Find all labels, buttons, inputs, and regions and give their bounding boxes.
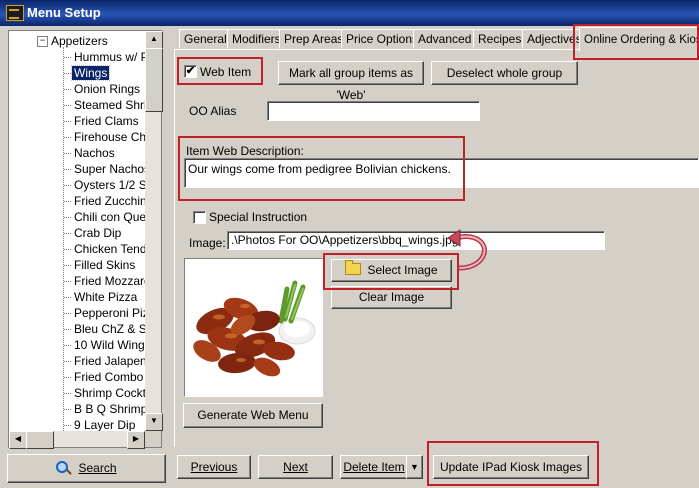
tree-item[interactable]: Fried Clams [9,113,146,129]
tree-item[interactable]: Hummus w/ Pita [9,49,161,65]
tree-item[interactable]: Fried Mozzarella [9,273,161,289]
tree-item[interactable]: Super Nachos [9,161,150,177]
tab-modifiers[interactable]: Modifiers [227,29,286,49]
tree-item[interactable]: Bleu ChZ & Stix [9,321,159,337]
tree-item-label: Fried Zucchini [74,194,150,208]
tree-item-label: White Pizza [74,290,138,304]
tree-item-list: Hummus w/ Pita Wings Onion Rings Steamed Sh… [9,49,161,433]
scroll-right-icon[interactable]: ▶ [127,431,145,449]
tree-item-label: Crab Dip [74,226,122,240]
image-path-input[interactable]: .\Photos For OO\Appetizers\bbq_wings.jpg [227,231,605,250]
tree-item[interactable]: Fried Jalapenos [9,353,159,369]
tree-vertical-scrollbar[interactable]: ▲ ▼ [145,31,163,431]
tree-item[interactable]: Chicken Tenders [9,241,161,257]
delete-item-button[interactable]: Delete Item [340,455,408,479]
curved-arrow-icon [447,229,487,271]
tree-item-label: Wings [70,65,111,81]
scroll-thumb-horizontal[interactable] [26,431,54,449]
previous-button[interactable]: Previous [177,455,251,479]
tree-item[interactable]: 10 Wild Wings [9,337,151,353]
oo-alias-label: OO Alias [189,104,237,118]
menu-tree[interactable]: − Appetizers Hummus w/ Pita Wings Onion Ri… [8,30,162,448]
tree-horizontal-scrollbar[interactable]: ◀ ▶ [9,431,145,449]
tree-item[interactable]: Fried Combo [9,369,146,385]
highlight-update-kiosk [427,441,599,486]
dropdown-arrow-icon: ▼ [410,462,419,472]
tree-item[interactable]: Shrimp Cocktail [9,385,158,401]
deselect-group-button[interactable]: Deselect whole group [431,61,578,85]
tree-item[interactable]: Chili con Queso [9,209,159,225]
scroll-thumb[interactable] [145,48,163,112]
app-icon [6,5,24,21]
window-title: Menu Setup [27,5,101,20]
tab-prep-areas[interactable]: Prep Areas [279,29,349,49]
tree-item-label: Onion Rings [74,82,141,96]
tree-item[interactable]: Filled Skins [9,257,146,273]
search-button[interactable]: Search [7,454,166,483]
tree-item[interactable]: Wings [9,65,146,81]
image-label: Image: [189,236,226,250]
tree-item-label: Fried Clams [74,114,139,128]
collapse-icon[interactable]: − [37,36,48,47]
tree-item-label: B B Q Shrimp [74,402,148,416]
search-icon [56,461,69,473]
delete-item-label: Delete Item [343,460,405,474]
tree-item-label: Super Nachos [74,162,151,176]
tab-recipes[interactable]: Recipes [473,29,527,49]
tree-item-label: Firehouse Chili [74,130,155,144]
wings-photo [185,259,322,396]
highlight-web-description [178,136,465,201]
special-instruction-label[interactable]: Special Instruction [209,210,307,224]
image-preview [184,258,323,397]
tree-item[interactable]: Crab Dip [9,225,146,241]
highlight-tab [573,24,699,60]
tab-advanced[interactable]: Advanced [413,29,477,49]
tree-item[interactable]: Nachos [9,145,146,161]
mark-all-web-button[interactable]: Mark all group items as 'Web' [278,61,424,102]
tree-item[interactable]: Onion Rings [9,81,146,97]
tree-item[interactable]: B B Q Shrimp [9,401,148,417]
search-label: Search [78,461,117,475]
next-button[interactable]: Next [258,455,333,479]
highlight-select-image [323,253,459,290]
tree-item-label: Fried Combo [74,370,144,384]
tree-item-label: 10 Wild Wings [74,338,151,352]
delete-dropdown-button[interactable]: ▼ [406,455,423,479]
generate-web-menu-button[interactable]: Generate Web Menu [183,403,323,428]
scroll-corner [145,431,161,447]
oo-alias-input[interactable] [267,101,480,121]
scroll-up-icon[interactable]: ▲ [145,31,163,49]
previous-label: Previous [190,460,238,474]
tab-price-options[interactable]: Price Options [341,29,424,49]
tree-item[interactable]: Pepperoni Pizza [9,305,161,321]
highlight-web-item [177,57,263,85]
scroll-down-icon[interactable]: ▼ [145,413,163,431]
special-instruction-checkbox[interactable] [193,211,206,224]
scroll-left-icon[interactable]: ◀ [9,431,27,449]
tree-item[interactable]: White Pizza [9,289,146,305]
tree-item[interactable]: Steamed Shrimp [9,97,161,113]
tree-item[interactable]: Oysters 1/2 Shell [9,177,161,193]
tab-general[interactable]: General [179,29,232,49]
tree-item-label: Nachos [74,146,115,160]
title-bar[interactable]: Menu Setup [0,0,699,26]
tree-item-label: Filled Skins [74,258,136,272]
tree-item[interactable]: Firehouse Chili [9,129,154,145]
tree-root-label[interactable]: Appetizers [51,34,108,48]
tree-item[interactable]: Fried Zucchini [9,193,149,209]
tree-item-label: 9 Layer Dip [74,418,136,432]
next-label: Next [283,460,308,474]
